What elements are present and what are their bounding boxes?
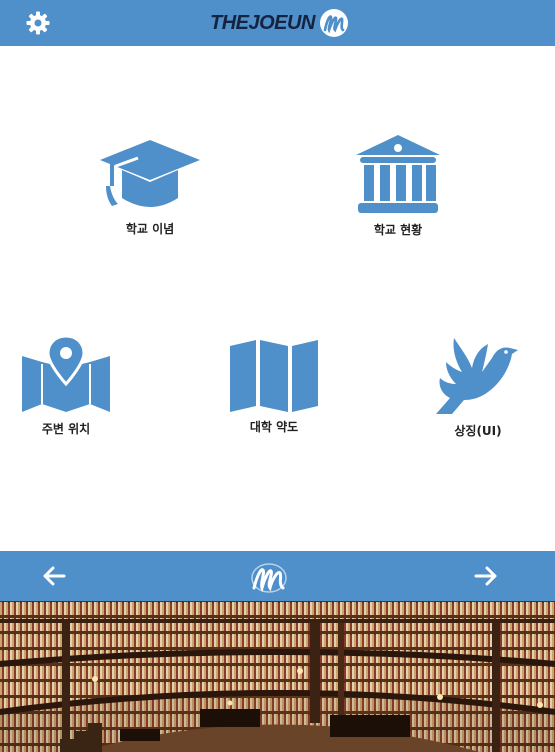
menu-item-campus-map[interactable]: 대학 약도 — [214, 340, 334, 435]
library-photo — [0, 601, 555, 752]
menu-label: 주변 위치 — [41, 422, 91, 436]
arrow-right-icon[interactable] — [474, 566, 498, 586]
arrow-left-icon[interactable] — [42, 566, 66, 586]
library-interior-image — [0, 601, 555, 752]
institution-building-icon — [356, 135, 440, 213]
folded-map-icon — [230, 340, 318, 412]
bottom-bar — [0, 551, 555, 601]
menu-item-school-status[interactable]: 학교 현황 — [338, 133, 458, 238]
menu-item-school-philosophy[interactable]: 학교 이념 — [90, 138, 210, 237]
brand-name: THEJOEUN — [210, 11, 315, 34]
graduation-cap-icon — [100, 140, 200, 207]
menu-item-symbol[interactable]: 상징(UI) — [418, 336, 538, 439]
menu-label: 학교 현황 — [373, 223, 423, 237]
menu-label: 대학 약도 — [249, 420, 299, 434]
gear-icon[interactable] — [26, 11, 50, 35]
menu-label: 상징(UI) — [454, 424, 502, 438]
brand-logo-icon[interactable] — [250, 560, 288, 594]
brand-logo-icon — [319, 9, 348, 37]
menu-label: 학교 이념 — [125, 222, 175, 236]
top-bar: THEJOEUN — [0, 0, 555, 46]
map-pin-icon — [22, 334, 110, 412]
brand[interactable]: THEJOEUN — [210, 7, 349, 39]
dove-icon — [436, 338, 518, 414]
menu-item-nearby-location[interactable]: 주변 위치 — [6, 334, 126, 437]
